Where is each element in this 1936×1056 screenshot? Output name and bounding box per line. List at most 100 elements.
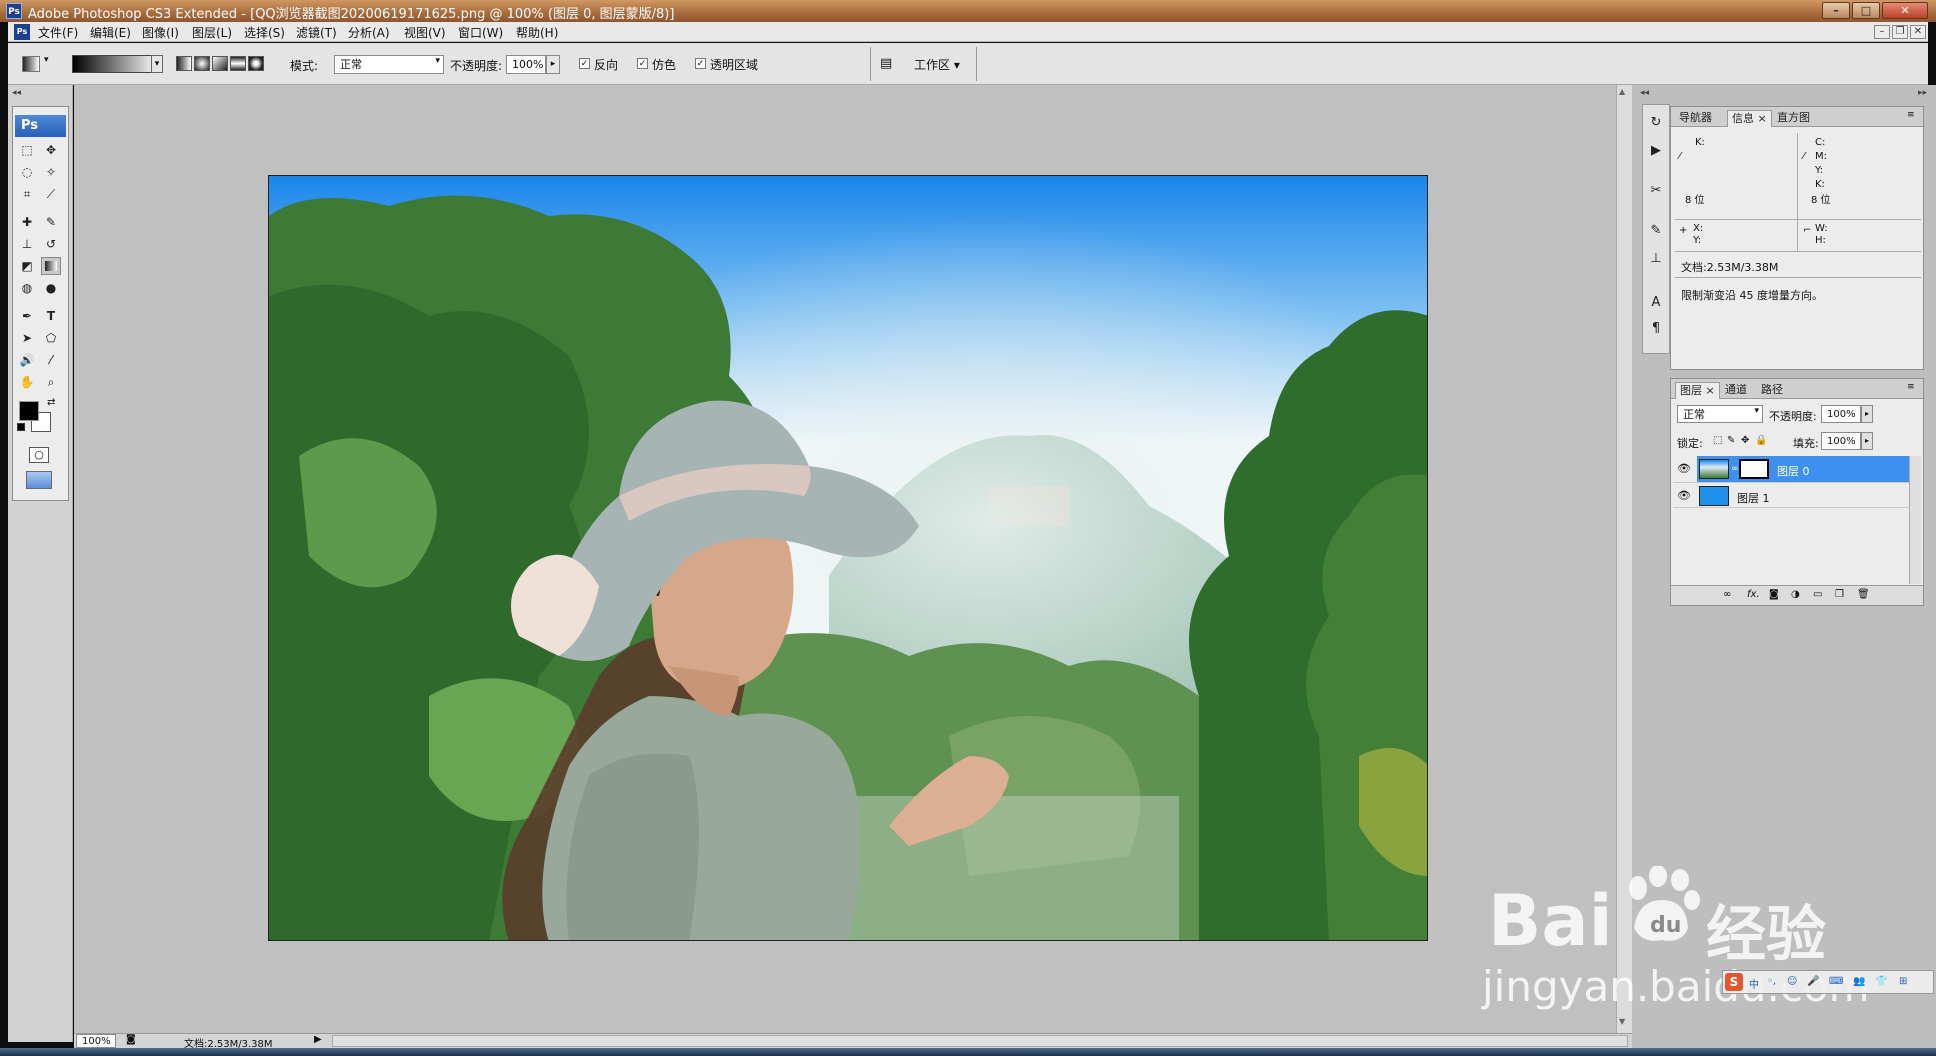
menu-help[interactable]: 帮助(H) xyxy=(516,24,558,41)
shape-tool-icon[interactable]: ⬠ xyxy=(41,329,61,347)
healing-brush-tool-icon[interactable]: ✚ xyxy=(17,213,37,231)
lock-image-icon[interactable]: ✎ xyxy=(1727,435,1735,446)
history-brush-tool-icon[interactable]: ↺ xyxy=(41,235,61,253)
brushes-panel-icon[interactable]: ✎ xyxy=(1646,221,1666,241)
swap-colors-icon[interactable]: ⇄ xyxy=(47,397,55,408)
reflected-gradient-icon[interactable] xyxy=(230,56,246,71)
adjustment-layer-icon[interactable]: ◑ xyxy=(1791,589,1800,600)
gradient-picker[interactable] xyxy=(72,55,160,73)
layer-row-1[interactable]: 👁 图层 1 xyxy=(1673,482,1909,508)
status-info-icon[interactable]: ◙ xyxy=(126,1034,136,1045)
lock-transparent-icon[interactable]: ⬚ xyxy=(1713,435,1722,446)
menu-select[interactable]: 选择(S) xyxy=(244,24,285,41)
marquee-tool-icon[interactable]: ⬚ xyxy=(17,141,37,159)
character-panel-icon[interactable]: A xyxy=(1646,293,1666,313)
transparency-checkbox[interactable]: ✓ xyxy=(695,58,706,69)
menu-edit[interactable]: 编辑(E) xyxy=(90,24,131,41)
fill-slider-icon[interactable]: ▸ xyxy=(1861,432,1873,450)
menu-filter[interactable]: 滤镜(T) xyxy=(296,24,337,41)
blur-tool-icon[interactable]: ◍ xyxy=(17,279,37,297)
tab-layers[interactable]: 图层 × xyxy=(1675,382,1720,399)
slice-tool-icon[interactable]: ⟋ xyxy=(41,185,61,203)
collapse-dock-icon[interactable]: ▸▸ xyxy=(1918,88,1927,98)
crop-tool-icon[interactable]: ⌗ xyxy=(17,185,37,203)
zoom-tool-icon[interactable]: ⌕ xyxy=(41,373,61,391)
layer-opacity-slider-icon[interactable]: ▸ xyxy=(1861,405,1873,423)
actions-panel-icon[interactable]: ▶ xyxy=(1646,141,1666,161)
layer-opacity-input[interactable]: 100% xyxy=(1821,405,1861,423)
pen-tool-icon[interactable]: ✒ xyxy=(17,307,37,325)
lock-all-icon[interactable]: 🔒 xyxy=(1755,435,1767,446)
maximize-icon[interactable]: □ xyxy=(1852,2,1880,19)
layer-row-0[interactable]: 👁 ∞ 图层 0 xyxy=(1673,456,1909,482)
document-image[interactable] xyxy=(268,175,1428,941)
delete-layer-icon[interactable]: 🗑 xyxy=(1857,589,1870,600)
add-mask-icon[interactable]: ◙ xyxy=(1769,589,1779,600)
ime-voice-icon[interactable]: 🎤 xyxy=(1807,976,1819,987)
linear-gradient-icon[interactable] xyxy=(176,56,192,71)
radial-gradient-icon[interactable] xyxy=(194,56,210,71)
clone-stamp-tool-icon[interactable]: ⊥ xyxy=(17,235,37,253)
tab-histogram[interactable]: 直方图 xyxy=(1773,110,1814,127)
menu-analysis[interactable]: 分析(A) xyxy=(348,24,390,41)
status-menu-arrow-icon[interactable]: ▶ xyxy=(314,1034,322,1045)
doc-close-icon[interactable]: ✕ xyxy=(1910,25,1926,39)
history-panel-icon[interactable]: ↻ xyxy=(1646,113,1666,133)
workspace-button[interactable]: 工作区 ▾ xyxy=(914,56,960,73)
ime-punct-icon[interactable]: ◦, xyxy=(1767,976,1776,987)
eye-icon[interactable]: 👁 xyxy=(1677,489,1691,503)
tab-channels[interactable]: 通道 xyxy=(1721,382,1751,399)
fill-input[interactable]: 100% xyxy=(1821,432,1861,450)
panel-menu-icon[interactable]: ≡ xyxy=(1907,110,1915,120)
scroll-down-icon[interactable]: ▼ xyxy=(1619,1017,1625,1026)
tab-paths[interactable]: 路径 xyxy=(1757,382,1787,399)
tool-presets-icon[interactable]: ✂ xyxy=(1646,181,1666,201)
dither-checkbox[interactable]: ✓ xyxy=(637,58,648,69)
mode-select[interactable]: 正常 ▾ xyxy=(334,55,444,74)
scroll-up-icon[interactable]: ▲ xyxy=(1619,87,1625,96)
menu-file[interactable]: 文件(F) xyxy=(38,24,78,41)
eraser-tool-icon[interactable]: ◩ xyxy=(17,257,37,275)
gradient-dropdown-icon[interactable]: ▾ xyxy=(151,55,163,73)
screen-mode-icon[interactable] xyxy=(26,471,52,489)
panel-menu-icon[interactable]: ≡ xyxy=(1907,382,1915,392)
fx-icon[interactable]: fx. xyxy=(1747,589,1760,600)
eyedropper-tool-icon[interactable]: ⁄ xyxy=(41,351,61,369)
zoom-input[interactable]: 100% xyxy=(76,1034,116,1048)
gradient-tool-preset-icon[interactable] xyxy=(22,56,40,72)
preset-dropdown-icon[interactable]: ▾ xyxy=(44,55,49,65)
paragraph-panel-icon[interactable]: ¶ xyxy=(1646,319,1666,339)
ime-keyboard-icon[interactable]: ⌨ xyxy=(1829,976,1843,987)
quick-mask-icon[interactable]: ○ xyxy=(29,447,49,463)
move-tool-icon[interactable]: ✥ xyxy=(41,141,61,159)
notes-tool-icon[interactable]: 🔊 xyxy=(17,351,37,369)
default-colors-icon[interactable] xyxy=(17,423,25,431)
ime-emoji-icon[interactable]: ☺ xyxy=(1787,976,1797,987)
menu-layer[interactable]: 图层(L) xyxy=(192,24,232,41)
collapse-icon[interactable]: ◂◂ xyxy=(12,88,21,98)
reverse-checkbox[interactable]: ✓ xyxy=(579,58,590,69)
sogou-ime-icon[interactable]: S xyxy=(1725,973,1743,991)
ime-tools-icon[interactable]: ⊞ xyxy=(1899,976,1907,987)
new-layer-icon[interactable]: ❐ xyxy=(1835,589,1844,600)
blend-mode-select[interactable]: 正常 ▾ xyxy=(1677,405,1763,423)
menu-image[interactable]: 图像(I) xyxy=(142,24,179,41)
foreground-color-swatch[interactable] xyxy=(19,401,39,421)
lasso-tool-icon[interactable]: ◌ xyxy=(17,163,37,181)
lock-position-icon[interactable]: ✥ xyxy=(1741,435,1749,446)
horizontal-scrollbar[interactable] xyxy=(332,1035,1628,1047)
diamond-gradient-icon[interactable] xyxy=(248,56,264,71)
layer-mask-thumbnail[interactable] xyxy=(1739,459,1769,479)
link-icon[interactable]: ∞ xyxy=(1731,464,1739,474)
expand-dock-icon[interactable]: ◂◂ xyxy=(1640,88,1649,98)
menu-window[interactable]: 窗口(W) xyxy=(458,24,503,41)
eye-icon[interactable]: 👁 xyxy=(1677,462,1691,476)
type-tool-icon[interactable]: T xyxy=(41,307,61,325)
tab-info[interactable]: 信息 × xyxy=(1727,110,1772,127)
doc-restore-icon[interactable]: ❐ xyxy=(1892,25,1908,39)
path-selection-tool-icon[interactable]: ➤ xyxy=(17,329,37,347)
minimize-icon[interactable]: – xyxy=(1822,2,1850,19)
close-icon[interactable]: ✕ xyxy=(1882,2,1928,19)
doc-minimize-icon[interactable]: – xyxy=(1874,25,1890,39)
tab-navigator[interactable]: 导航器 xyxy=(1675,110,1716,127)
